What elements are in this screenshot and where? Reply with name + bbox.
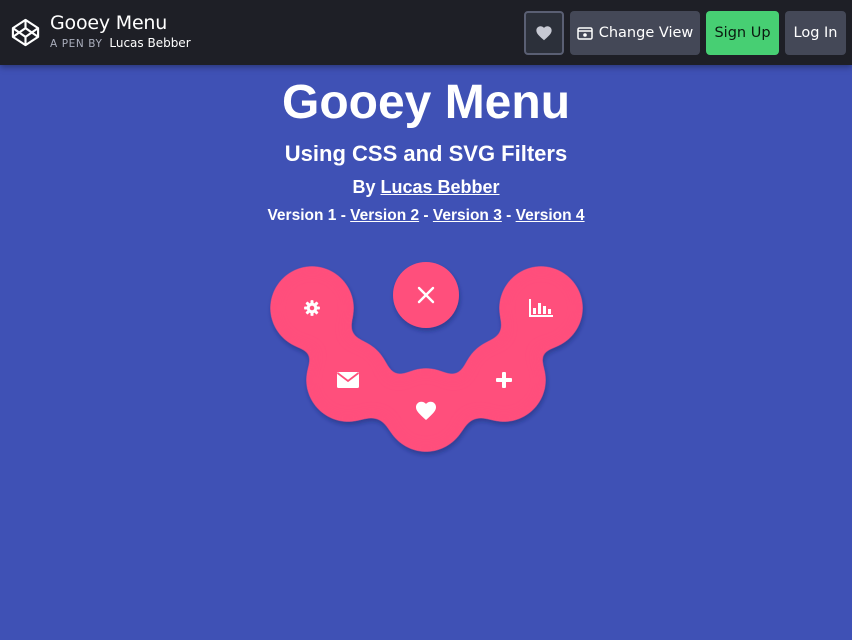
bar-chart-icon xyxy=(529,299,553,317)
byline: By Lucas Bebber xyxy=(0,177,852,198)
version-separator: - xyxy=(419,207,433,224)
plus-icon xyxy=(496,372,512,388)
envelope-icon xyxy=(337,372,359,388)
version-separator: - xyxy=(336,207,351,224)
codepen-logo-icon[interactable] xyxy=(10,17,41,48)
close-icon xyxy=(417,286,435,304)
heart-icon xyxy=(415,401,437,420)
change-view-button[interactable]: Change View xyxy=(570,11,700,55)
menu-favorite-button[interactable] xyxy=(396,380,456,440)
heart-icon xyxy=(536,26,552,41)
heart-button[interactable] xyxy=(524,11,564,55)
page-subtitle: Using CSS and SVG Filters xyxy=(284,141,568,166)
menu-close-button[interactable] xyxy=(396,265,456,325)
sign-up-button[interactable]: Sign Up xyxy=(706,11,779,55)
version-2-link[interactable]: Version 2 xyxy=(350,207,419,224)
menu-mail-button[interactable] xyxy=(318,350,378,410)
view-icon xyxy=(576,26,593,40)
pen-author-line: A PEN BY Lucas Bebber xyxy=(50,36,191,50)
version-1-label: Version 1 xyxy=(267,207,337,224)
version-separator: - xyxy=(501,207,516,224)
author-link[interactable]: Lucas Bebber xyxy=(380,177,499,197)
menu-stats-button[interactable] xyxy=(511,278,571,338)
menu-add-button[interactable] xyxy=(474,350,534,410)
by-prefix: By xyxy=(352,177,376,197)
codepen-header: Gooey Menu A PEN BY Lucas Bebber Change … xyxy=(0,0,852,65)
version-4-link[interactable]: Version 4 xyxy=(516,207,585,224)
page-title: Gooey Menu xyxy=(281,76,571,129)
menu-settings-button[interactable] xyxy=(282,278,342,338)
pen-title: Gooey Menu xyxy=(50,12,168,34)
version-3-link[interactable]: Version 3 xyxy=(433,207,502,224)
gear-icon xyxy=(304,300,320,316)
version-links: Version 1 - Version 2 - Version 3 - Vers… xyxy=(0,207,852,225)
pen-author-link[interactable]: Lucas Bebber xyxy=(109,36,190,50)
pen-by-prefix: A PEN BY xyxy=(50,38,103,50)
change-view-label: Change View xyxy=(598,25,694,41)
log-in-button[interactable]: Log In xyxy=(785,11,846,55)
gooey-menu xyxy=(260,256,600,466)
